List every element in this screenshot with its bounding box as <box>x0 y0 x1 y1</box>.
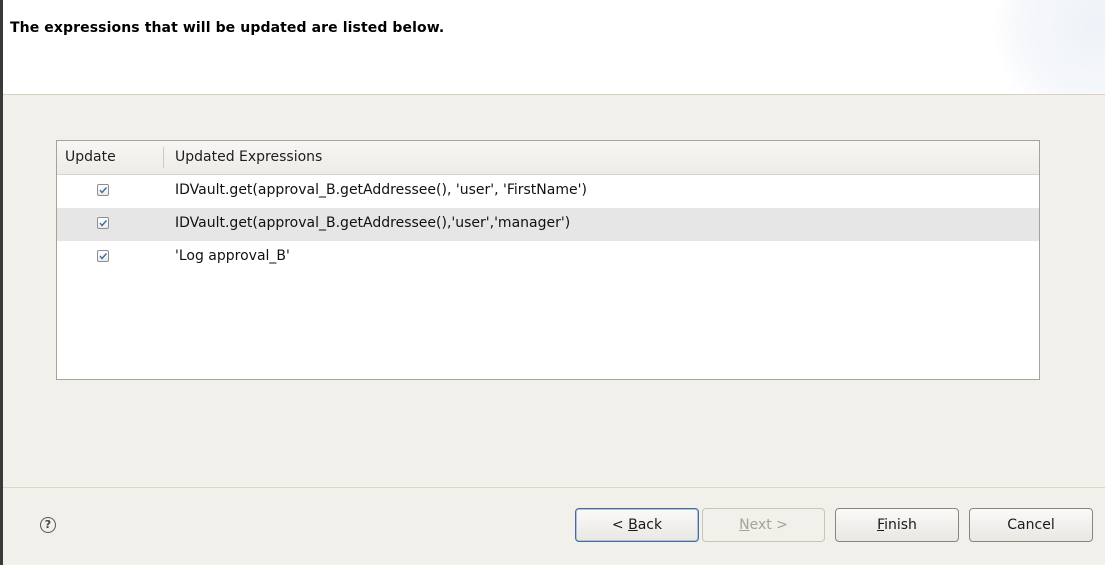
next-button[interactable]: Next > <box>702 508 825 542</box>
footer-divider <box>3 487 1105 488</box>
expression-cell: IDVault.get(approval_B.getAddressee(),'u… <box>175 215 571 231</box>
back-prefix: < <box>611 517 629 533</box>
back-button[interactable]: < Back <box>575 508 699 542</box>
help-icon[interactable]: ? <box>40 517 56 533</box>
update-checkbox[interactable] <box>97 250 109 262</box>
wizard-banner: The expressions that will be updated are… <box>3 0 1105 95</box>
column-header-update[interactable]: Update <box>65 149 116 165</box>
checkmark-icon <box>99 253 108 260</box>
update-checkbox[interactable] <box>97 184 109 196</box>
update-checkbox[interactable] <box>97 217 109 229</box>
table-header: Update Updated Expressions <box>57 141 1039 175</box>
finish-button[interactable]: Finish <box>835 508 959 542</box>
back-mnemonic: B <box>628 517 638 533</box>
column-separator[interactable] <box>163 147 164 168</box>
checkmark-icon <box>99 187 108 194</box>
back-label: ack <box>637 517 663 533</box>
cancel-button[interactable]: Cancel <box>969 508 1093 542</box>
column-header-expressions[interactable]: Updated Expressions <box>175 149 322 165</box>
table-row[interactable]: IDVault.get(approval_B.getAddressee(),'u… <box>57 208 1039 241</box>
next-label: ext > <box>749 517 788 533</box>
expression-cell: 'Log approval_B' <box>175 248 290 264</box>
expression-cell: IDVault.get(approval_B.getAddressee(), '… <box>175 182 587 198</box>
expressions-table[interactable]: Update Updated Expressions IDVault.get(a… <box>56 140 1040 380</box>
banner-title: The expressions that will be updated are… <box>10 20 445 36</box>
next-mnemonic: N <box>739 517 750 533</box>
checkmark-icon <box>99 220 108 227</box>
wizard-dialog: The expressions that will be updated are… <box>0 0 1105 565</box>
banner-decoration <box>985 0 1105 94</box>
table-row[interactable]: 'Log approval_B' <box>57 241 1039 274</box>
table-row[interactable]: IDVault.get(approval_B.getAddressee(), '… <box>57 175 1039 208</box>
finish-label: inish <box>884 517 917 533</box>
